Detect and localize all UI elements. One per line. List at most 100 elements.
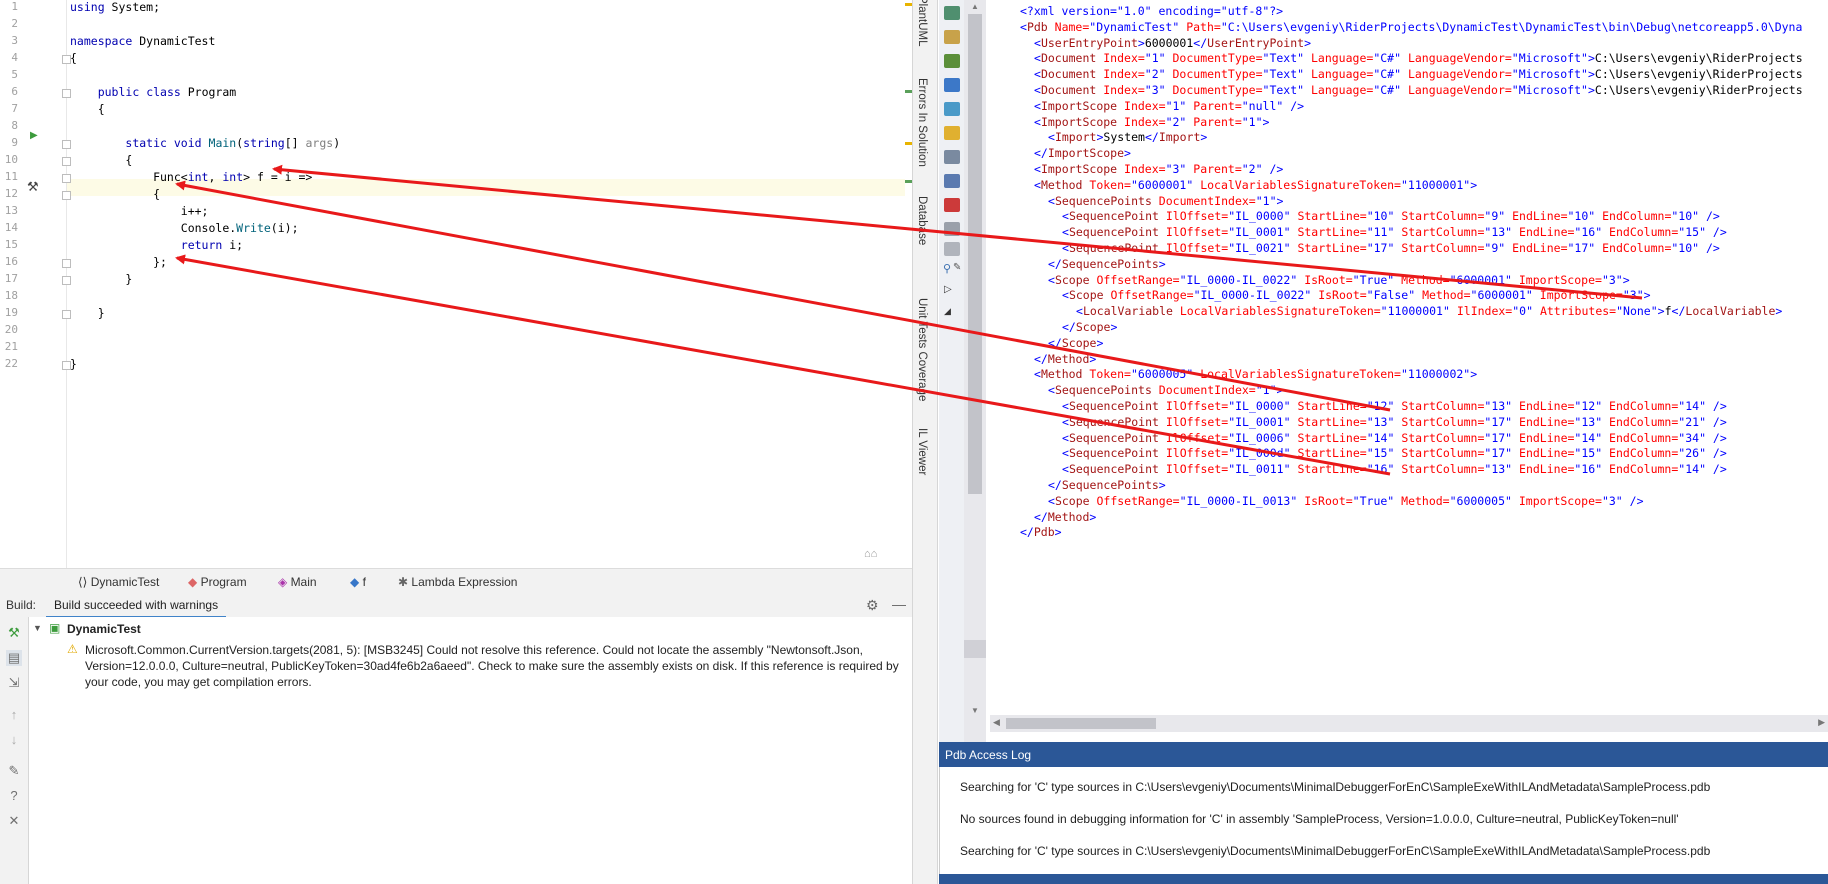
xml-token: "6000001": [1130, 177, 1194, 192]
toolbar-icon-6[interactable]: [944, 126, 960, 140]
export-icon[interactable]: ⇲: [6, 675, 22, 691]
xml-token: />: [1706, 462, 1727, 477]
code-line[interactable]: }: [70, 272, 132, 286]
warning-message[interactable]: Microsoft.Common.CurrentVersion.targets(…: [85, 642, 899, 690]
toolbar-icon-1[interactable]: [944, 6, 960, 20]
search-icon[interactable]: ⚲: [943, 262, 951, 275]
build-hammer-icon[interactable]: ⚒: [6, 625, 22, 641]
expand-arrow-icon[interactable]: ▼: [33, 623, 42, 633]
toolbar-icon-2[interactable]: [944, 30, 960, 44]
build-tab[interactable]: Build succeeded with warnings: [46, 594, 227, 619]
code-line[interactable]: public class Program: [70, 85, 237, 99]
xml-token: Method: [1047, 351, 1090, 366]
hammer-icon[interactable]: ⚒: [27, 179, 39, 195]
xml-line: <SequencePoint IlOffset="IL_0001" StartL…: [1062, 225, 1727, 239]
breadcrumb-namespace[interactable]: ⟨⟩ DynamicTest: [78, 575, 159, 589]
line-number: 14: [4, 221, 18, 234]
xml-token: <: [1062, 225, 1069, 240]
wrench-icon[interactable]: ✎: [6, 763, 22, 779]
tab-unit-tests-coverage[interactable]: Unit Tests Coverage: [916, 298, 928, 401]
toolbar-icon-11[interactable]: [944, 242, 960, 256]
xml-token: />: [1706, 225, 1727, 240]
code-line[interactable]: {: [70, 153, 132, 167]
line-number: 8: [11, 119, 18, 132]
toolbar-icon-3[interactable]: [944, 54, 960, 68]
tab-errors-in-solution[interactable]: Errors In Solution: [916, 78, 928, 167]
toolbar-icon-8[interactable]: [944, 174, 960, 188]
code-line[interactable]: };: [70, 255, 167, 269]
code-line[interactable]: }: [70, 357, 77, 371]
xml-token: Token=: [1082, 367, 1131, 382]
close-icon[interactable]: ✕: [6, 813, 22, 829]
vertical-scrollbar[interactable]: ▲ ▼: [964, 0, 986, 742]
code-line[interactable]: namespace DynamicTest: [70, 34, 215, 48]
xml-token: "16": [1574, 225, 1603, 240]
xml-token: IlOffset=: [1158, 462, 1229, 477]
xml-token: "IL_0001": [1228, 414, 1291, 429]
run-gutter-icon[interactable]: ▶: [30, 130, 38, 141]
scroll-thumb[interactable]: [968, 14, 982, 494]
delete-icon[interactable]: [944, 198, 960, 212]
pdb-log-title: Pdb Access Log: [945, 748, 1032, 762]
build-label: Build:: [6, 598, 37, 612]
xml-line: <?xml version="1.0" encoding="utf-8"?>: [1020, 4, 1283, 18]
xml-token: OffsetRange=: [1089, 493, 1180, 508]
down-arrow-icon[interactable]: ↓: [6, 732, 22, 748]
xml-token: "IL_0000": [1228, 209, 1291, 224]
code-line[interactable]: }: [70, 306, 105, 320]
help-icon[interactable]: ?: [6, 788, 22, 804]
horizontal-scrollbar[interactable]: ◀ ▶: [990, 715, 1828, 732]
reader-mode-icon[interactable]: ⌂⌂: [864, 548, 877, 560]
code-line[interactable]: i++;: [70, 204, 209, 218]
tab-plantuml[interactable]: PlantUML: [916, 0, 928, 47]
xml-token: >: [1054, 525, 1062, 540]
pin-icon[interactable]: ✎: [953, 262, 961, 273]
xml-token: EndLine=: [1512, 462, 1575, 477]
build-project[interactable]: DynamicTest: [67, 622, 141, 636]
code-line[interactable]: using System;: [70, 0, 160, 14]
tab-database[interactable]: Database: [916, 196, 928, 245]
xml-line: <SequencePoints DocumentIndex="1">: [1048, 383, 1283, 397]
xml-token: "3": [1601, 493, 1623, 508]
xml-token: <: [1048, 383, 1055, 398]
code-line[interactable]: {: [70, 51, 77, 65]
toolbar-icon-7[interactable]: [944, 150, 960, 164]
properties-title-bar: [939, 874, 1828, 884]
xml-token: Pdb: [1033, 525, 1055, 540]
xml-token: />: [1283, 98, 1305, 113]
code-line[interactable]: Func<int, int> f = i =>: [70, 170, 312, 184]
minimize-icon[interactable]: —: [892, 596, 906, 612]
breadcrumb-class[interactable]: ◆ Program: [188, 575, 247, 589]
scroll-up-icon[interactable]: ▲: [971, 2, 979, 11]
scroll-left-icon[interactable]: ◀: [993, 717, 1000, 728]
tree-view-icon[interactable]: ▤: [6, 650, 22, 666]
up-arrow-icon[interactable]: ↑: [6, 707, 22, 723]
code-line[interactable]: static void Main(string[] args): [70, 136, 340, 150]
breadcrumb-field[interactable]: ◆ f: [350, 575, 366, 589]
breadcrumb-lambda[interactable]: ✱ Lambda Expression: [398, 575, 517, 589]
xml-token: <: [1048, 493, 1055, 508]
pdb-xml-view[interactable]: <?xml version="1.0" encoding="utf-8"?> < P…: [986, 0, 1828, 742]
xml-token: Pdb: [1026, 19, 1048, 34]
xml-token: "21": [1678, 414, 1706, 429]
code-line[interactable]: return i;: [70, 238, 243, 252]
toolbar-icon-5[interactable]: [944, 102, 960, 116]
toolbar-icon-4[interactable]: [944, 78, 960, 92]
breadcrumb-method[interactable]: ◈ Main: [278, 575, 317, 589]
scroll-right-icon[interactable]: ▶: [1818, 717, 1825, 728]
xml-token: Method=: [1415, 288, 1471, 303]
tab-il-viewer[interactable]: IL Viewer: [916, 428, 928, 475]
triangle-icon[interactable]: ◢: [944, 306, 951, 317]
horizontal-scroll-thumb[interactable]: [1006, 718, 1156, 729]
code-line[interactable]: Console.Write(i);: [70, 221, 299, 235]
scroll-down-icon[interactable]: ▼: [971, 706, 979, 715]
gear-icon[interactable]: ⚙: [866, 597, 879, 614]
toolbar-icon-10[interactable]: [944, 222, 960, 236]
xml-token: >: [1137, 35, 1145, 50]
xml-line: </Scope>: [1048, 336, 1103, 350]
xml-token: "True": [1352, 272, 1395, 287]
code-line[interactable]: {: [70, 102, 105, 116]
xml-token: Document: [1040, 67, 1097, 82]
play-icon[interactable]: ▷: [944, 284, 952, 295]
code-line[interactable]: {: [70, 187, 160, 201]
